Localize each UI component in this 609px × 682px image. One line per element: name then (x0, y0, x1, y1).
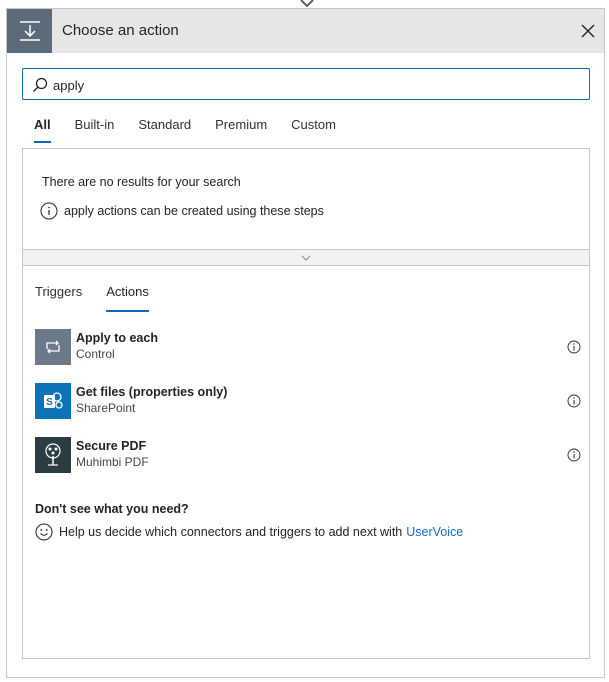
tab-built-in[interactable]: Built-in (75, 117, 115, 143)
close-icon[interactable] (578, 21, 598, 41)
svg-text:S: S (46, 397, 53, 408)
action-list: Apply to each Control S Get files (prope… (35, 329, 581, 491)
action-name: Get files (properties only) (76, 385, 228, 399)
dialog-title: Choose an action (62, 22, 179, 39)
tree-icon (35, 437, 71, 473)
search-box (22, 68, 590, 100)
action-connector: Muhimbi PDF (76, 455, 149, 469)
chevron-down-icon (301, 255, 311, 261)
no-results-section: There are no results for your search app… (23, 149, 589, 249)
action-item-get-files[interactable]: S Get files (properties only) SharePoint (35, 383, 581, 437)
help-line: Help us decide which connectors and trig… (35, 523, 463, 541)
action-connector: SharePoint (76, 401, 136, 415)
tab-standard[interactable]: Standard (138, 117, 191, 143)
tab-all[interactable]: All (34, 117, 51, 143)
info-icon[interactable] (567, 394, 581, 408)
category-tabs: All Built-in Standard Premium Custom (34, 117, 360, 145)
choose-action-panel: Choose an action All Built-in Standard P… (6, 8, 605, 678)
uservoice-link[interactable]: UserVoice (406, 525, 463, 539)
tab-actions[interactable]: Actions (106, 284, 149, 312)
info-icon[interactable] (567, 448, 581, 462)
tab-triggers[interactable]: Triggers (35, 284, 82, 312)
dialog-header: Choose an action (7, 9, 604, 53)
no-results-title: There are no results for your search (42, 175, 241, 189)
smiley-icon (35, 523, 53, 541)
results-pane: There are no results for your search app… (22, 148, 590, 659)
sharepoint-icon: S (35, 383, 71, 419)
action-item-secure-pdf[interactable]: Secure PDF Muhimbi PDF (35, 437, 581, 491)
no-results-hint: apply actions can be created using these… (40, 202, 324, 220)
tab-custom[interactable]: Custom (291, 117, 336, 143)
connector-arrow-icon (300, 0, 314, 8)
loop-icon (35, 329, 71, 365)
tab-premium[interactable]: Premium (215, 117, 267, 143)
search-icon (33, 77, 48, 92)
help-title: Don't see what you need? (35, 502, 189, 516)
action-name: Secure PDF (76, 439, 147, 453)
collapse-divider[interactable] (23, 249, 589, 266)
hint-text: apply actions can be created using these… (64, 204, 324, 218)
help-text: Help us decide which connectors and trig… (59, 525, 403, 539)
action-connector: Control (76, 347, 115, 361)
info-icon (40, 202, 58, 220)
action-name: Apply to each (76, 331, 158, 345)
action-item-apply-to-each[interactable]: Apply to each Control (35, 329, 581, 383)
info-icon[interactable] (567, 340, 581, 354)
trigger-action-tabs: Triggers Actions (35, 284, 173, 312)
search-input[interactable] (53, 75, 573, 95)
action-step-icon (7, 9, 52, 53)
